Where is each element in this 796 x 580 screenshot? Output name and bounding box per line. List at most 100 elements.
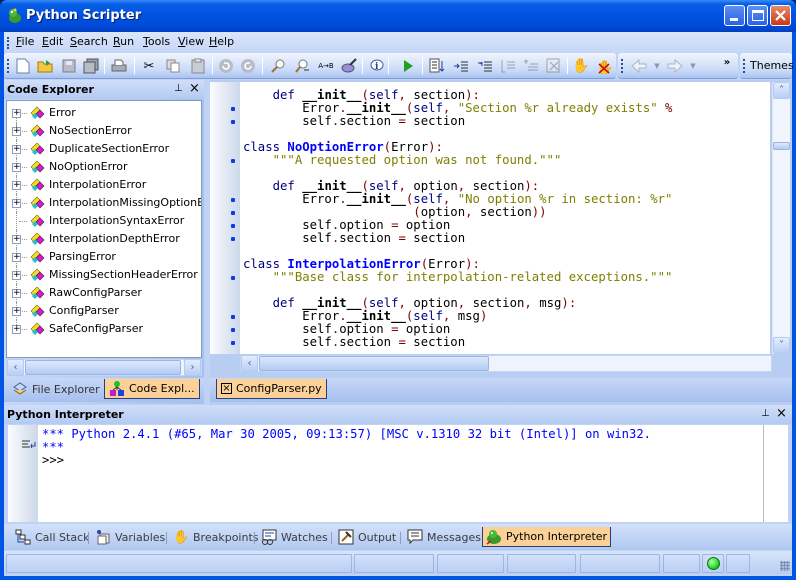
executable-line-marker-icon[interactable] <box>231 276 235 280</box>
close-tab-icon[interactable]: × <box>221 383 232 394</box>
scroll-up-button[interactable]: ˄ <box>773 82 790 99</box>
expand-icon[interactable]: + <box>12 307 21 316</box>
redo-icon[interactable] <box>239 57 257 75</box>
tree-item[interactable]: + InterpolationMissingOptionError <box>7 194 201 212</box>
expand-icon[interactable]: + <box>12 109 21 118</box>
tree-item[interactable]: + RawConfigParser <box>7 284 201 302</box>
horizontal-scrollbar[interactable]: ‹ › <box>6 359 202 376</box>
replace-icon[interactable]: A→B <box>317 57 335 75</box>
step-out-icon[interactable] <box>476 57 494 75</box>
undo-icon[interactable] <box>217 57 235 75</box>
executable-line-marker-icon[interactable] <box>231 198 235 202</box>
back-dropdown-icon[interactable]: ▼ <box>648 57 666 75</box>
editor-horizontal-scrollbar[interactable]: ‹ <box>240 355 772 372</box>
code-line[interactable]: """Base class for interpolation-related … <box>243 271 673 284</box>
code-line[interactable]: self.section = section <box>243 115 465 128</box>
menu-file[interactable]: File <box>16 35 34 48</box>
tab-watches[interactable]: Watches <box>258 527 331 547</box>
scroll-left-button[interactable]: ‹ <box>241 355 258 372</box>
close-panel-icon[interactable]: × <box>776 406 787 421</box>
executable-line-marker-icon[interactable] <box>231 315 235 319</box>
scroll-thumb[interactable] <box>25 360 181 375</box>
expand-icon[interactable]: + <box>12 199 21 208</box>
executable-line-marker-icon[interactable] <box>231 107 235 111</box>
expand-icon[interactable]: + <box>12 145 21 154</box>
step-over-icon[interactable] <box>452 57 470 75</box>
tree-item[interactable]: + ConfigParser <box>7 302 201 320</box>
tab-file-explorer[interactable]: File Explorer <box>8 379 104 399</box>
code-line[interactable]: self.section = section <box>243 232 465 245</box>
tree-item[interactable]: + ParsingError <box>7 248 201 266</box>
executable-line-marker-icon[interactable] <box>231 224 235 228</box>
abort-icon[interactable] <box>545 57 563 75</box>
maximize-button[interactable] <box>747 5 768 26</box>
find-icon[interactable] <box>269 57 287 75</box>
code-editor[interactable]: def __init__(self, section): Error.__ini… <box>240 82 770 354</box>
executable-line-marker-icon[interactable] <box>231 159 235 163</box>
tab-variables[interactable]: Variables <box>92 527 168 547</box>
menu-tools[interactable]: Tools <box>143 35 170 48</box>
interpreter-console[interactable]: *** Python 2.4.1 (#65, Mar 30 2005, 09:1… <box>8 425 788 522</box>
tree-item[interactable]: + Error <box>7 104 201 131</box>
tab-output[interactable]: Output <box>335 527 399 547</box>
interpreter-prompt[interactable]: >>> <box>42 454 64 467</box>
themes-button[interactable]: Themes <box>750 59 794 72</box>
tree-item[interactable]: + InterpolationError <box>7 176 201 194</box>
step-into-icon[interactable] <box>428 57 446 75</box>
clear-breakpoints-icon[interactable]: ✋ <box>595 57 613 75</box>
tree-item[interactable]: + NoSectionError <box>7 122 201 140</box>
tree-item[interactable]: + NoOptionError <box>7 158 201 176</box>
executable-line-marker-icon[interactable] <box>231 328 235 332</box>
editor-gutter[interactable] <box>210 82 240 354</box>
vertical-scrollbar[interactable]: ˄ ˅ <box>772 82 790 354</box>
menu-help[interactable]: Help <box>209 35 234 48</box>
menu-view[interactable]: View <box>178 35 204 48</box>
close-button[interactable] <box>770 5 791 26</box>
expand-icon[interactable]: + <box>12 271 21 280</box>
executable-line-marker-icon[interactable] <box>231 120 235 124</box>
tab-python-interpreter[interactable]: Python Interpreter <box>482 527 612 547</box>
executable-line-marker-icon[interactable] <box>231 237 235 241</box>
help-icon[interactable]: i <box>367 57 385 75</box>
title-bar[interactable]: Python Scripter <box>0 0 796 32</box>
toolbar-grip[interactable] <box>621 59 623 73</box>
expand-icon[interactable]: + <box>12 253 21 262</box>
save-all-icon[interactable] <box>82 57 100 75</box>
tab-call-stack[interactable]: Call Stack <box>12 527 92 547</box>
menu-edit[interactable]: Edit <box>42 35 63 48</box>
expand-icon[interactable]: + <box>12 127 21 136</box>
executable-line-marker-icon[interactable] <box>231 211 235 215</box>
scroll-left-button[interactable]: ‹ <box>7 359 24 376</box>
resize-grip[interactable] <box>780 561 790 571</box>
tab-messages[interactable]: Messages <box>404 527 484 547</box>
toolbar-overflow-button[interactable]: » <box>718 54 736 72</box>
forward-arrow-icon[interactable] <box>666 57 684 75</box>
new-file-icon[interactable] <box>14 57 32 75</box>
menu-search[interactable]: Search <box>70 35 108 48</box>
back-arrow-icon[interactable] <box>630 57 648 75</box>
pin-icon[interactable]: ⊥ <box>761 408 770 419</box>
menu-grip[interactable] <box>7 37 9 49</box>
tab-code-explorer[interactable]: Code Expl... <box>104 379 200 399</box>
tree-item[interactable]: + DuplicateSectionError <box>7 140 201 158</box>
toggle-breakpoint-icon[interactable]: ✋ <box>572 57 590 75</box>
run-to-cursor-icon[interactable] <box>499 57 517 75</box>
executable-line-marker-icon[interactable] <box>231 341 235 345</box>
forward-dropdown-icon[interactable]: ▼ <box>684 57 702 75</box>
code-line[interactable]: """A requested option was not found.""" <box>243 154 562 167</box>
tree-item[interactable]: + SafeConfigParser <box>7 320 201 338</box>
print-icon[interactable] <box>110 57 128 75</box>
expand-icon[interactable]: + <box>12 235 21 244</box>
expand-icon[interactable]: + <box>12 325 21 334</box>
save-icon[interactable] <box>60 57 78 75</box>
scroll-down-button[interactable]: ˅ <box>773 337 790 354</box>
expand-icon[interactable]: + <box>12 289 21 298</box>
code-line[interactable]: self.section = section <box>243 336 465 349</box>
tree-item[interactable]: + InterpolationDepthError <box>7 230 201 248</box>
toolbar-grip[interactable] <box>7 59 9 73</box>
open-folder-icon[interactable] <box>36 57 54 75</box>
expand-icon[interactable]: + <box>12 181 21 190</box>
toolbar-grip[interactable] <box>743 59 745 73</box>
close-panel-icon[interactable]: × <box>189 81 200 96</box>
find-next-icon[interactable] <box>293 57 311 75</box>
